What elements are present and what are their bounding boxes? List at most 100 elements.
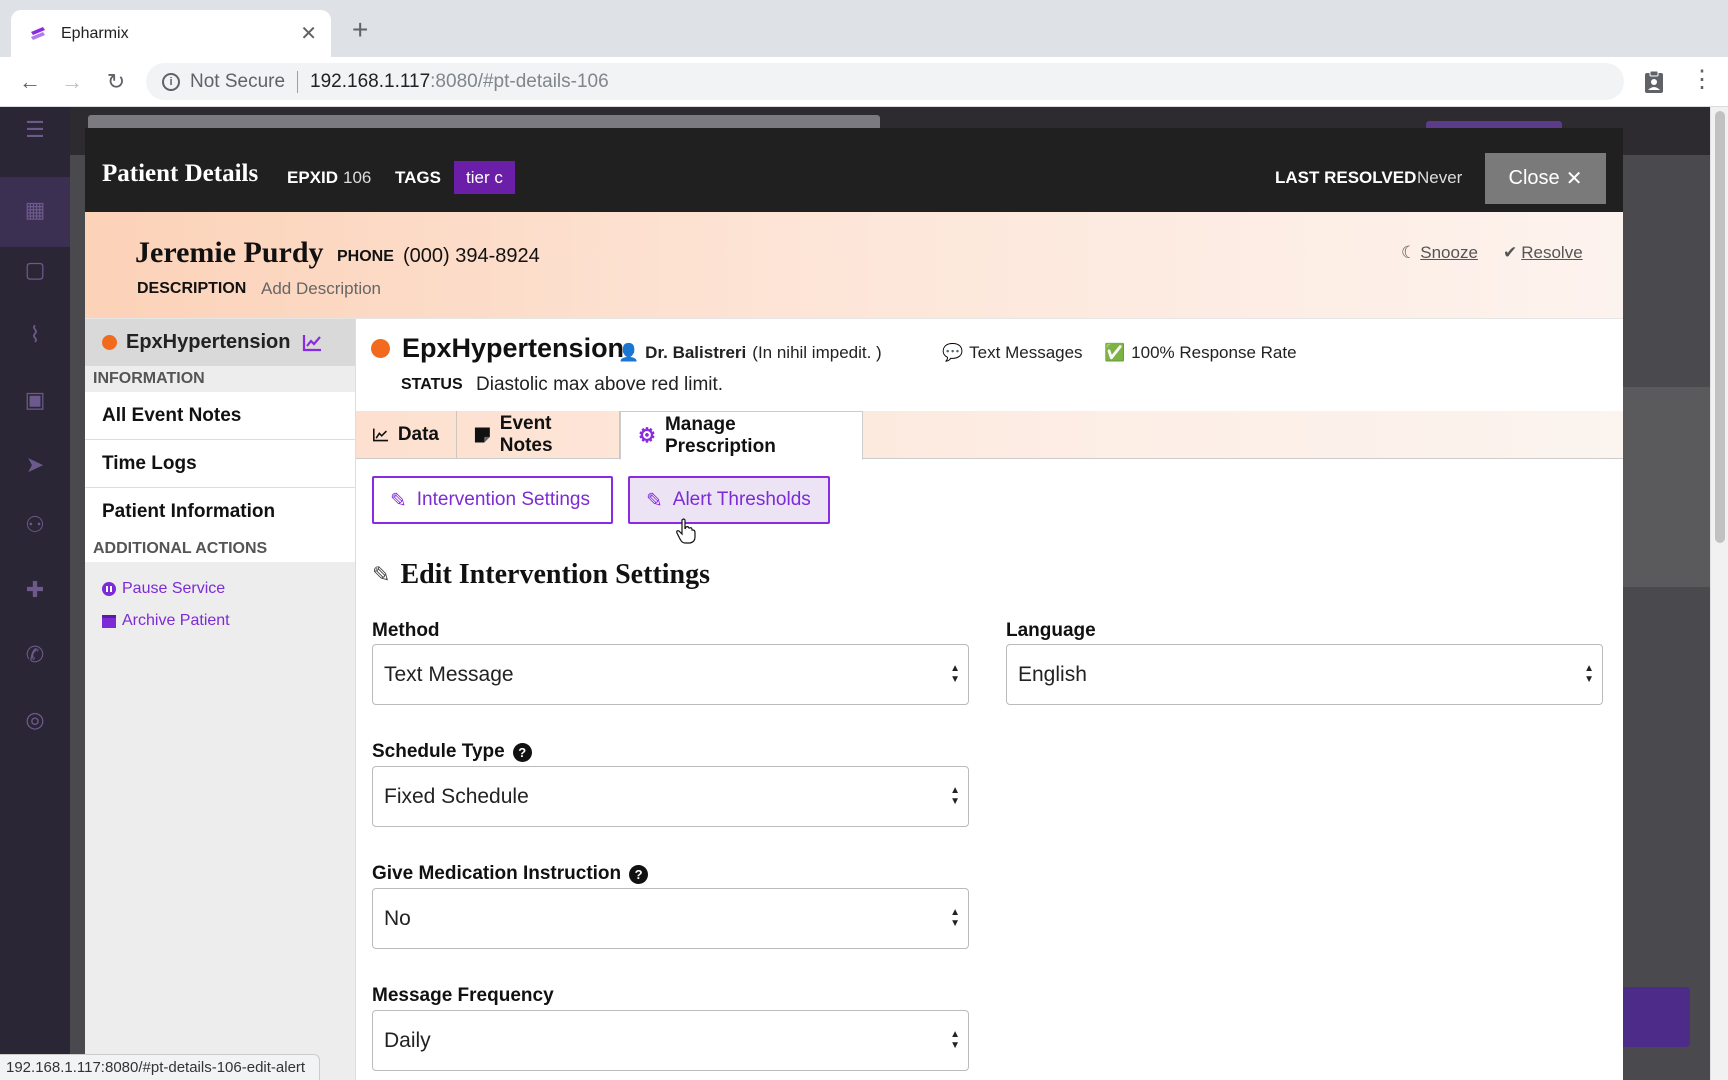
forward-icon[interactable]: →	[56, 66, 88, 98]
page-scrollbar[interactable]	[1710, 107, 1728, 1080]
pause-icon	[102, 582, 116, 596]
menu-item-all-event-notes[interactable]: All Event Notes	[85, 392, 355, 440]
back-icon[interactable]: ←	[14, 66, 46, 98]
tab-event-notes[interactable]: Event Notes	[457, 411, 620, 459]
patient-name: Jeremie Purdy	[135, 236, 324, 269]
intervention-settings-label: Intervention Settings	[416, 489, 590, 510]
medication-instruction-field-label: Give Medication Instruction ?	[372, 863, 649, 885]
resolve-button[interactable]: ✔ Resolve	[1503, 243, 1583, 263]
close-button[interactable]: Close ✕	[1485, 153, 1606, 204]
response-rate-label: 100% Response Rate	[1131, 343, 1297, 362]
select-arrows-icon: ▲ ▼	[950, 1029, 960, 1051]
doctor-icon: 👤	[618, 343, 640, 362]
form-title-text: Edit Intervention Settings	[400, 559, 711, 590]
menu-item-patient-information[interactable]: Patient Information	[85, 488, 355, 536]
method-select-value: Text Message	[384, 662, 514, 686]
doctor-name: Dr. Balistreri	[645, 343, 747, 362]
address-bar[interactable]: i Not Secure 192.168.1.117:8080/#pt-deta…	[146, 63, 1624, 100]
form-title: ✎ Edit Intervention Settings	[372, 559, 710, 591]
info-icon[interactable]: i	[162, 72, 180, 91]
clipboard-account-icon[interactable]	[1643, 70, 1665, 94]
program-name: EpxHypertension	[402, 333, 625, 363]
epharmix-logo-icon	[31, 26, 45, 40]
menu-item-time-logs[interactable]: Time Logs	[85, 440, 355, 488]
last-resolved-label: LAST RESOLVED	[1275, 168, 1417, 187]
close-tab-icon[interactable]: ✕	[300, 21, 317, 46]
left-menu: EpxHypertension INFORMATION All Event No…	[85, 319, 355, 1080]
edit-icon: ✎	[372, 562, 391, 587]
medkit-icon[interactable]: ✚	[20, 577, 50, 603]
program-panel: EpxHypertension 👤 Dr. Balistreri (In nih…	[355, 319, 1623, 1080]
schedule-type-select-value: Fixed Schedule	[384, 784, 529, 808]
archive-patient-link[interactable]: Archive Patient	[102, 612, 230, 630]
tags-label: TAGS	[395, 168, 441, 187]
program-item-epxhypertension[interactable]: EpxHypertension	[85, 319, 355, 366]
medication-instruction-select-value: No	[384, 906, 411, 930]
send-icon[interactable]: ➤	[20, 452, 50, 478]
message-frequency-select[interactable]: Daily ▲ ▼	[372, 1010, 969, 1071]
pause-service-link[interactable]: Pause Service	[102, 580, 225, 598]
language-select-value: English	[1018, 662, 1087, 686]
response-rate-info: ✅ 100% Response Rate	[1104, 343, 1297, 363]
snooze-button[interactable]: ☾ Snooze	[1401, 243, 1478, 263]
phone-icon[interactable]: ✆	[20, 642, 50, 668]
browser-status-bar: 192.168.1.117:8080/#pt-details-106-edit-…	[0, 1054, 321, 1080]
program-tabs: Data Event Notes ⚙ Manage Prescription	[356, 411, 1623, 460]
modal-header: Patient Details EPXID 106 TAGS tier c LA…	[85, 128, 1623, 212]
browser-tab-title: Epharmix	[61, 24, 129, 42]
doctor-note: (In nihil impedit. )	[752, 343, 882, 362]
tag-chip[interactable]: tier c	[454, 161, 515, 194]
alert-thresholds-button[interactable]: ✎ Alert Thresholds	[628, 476, 830, 524]
language-label: Language	[1006, 620, 1096, 641]
intervention-settings-button[interactable]: ✎ Intervention Settings	[372, 476, 613, 524]
scroll-thumb[interactable]	[1715, 111, 1725, 543]
select-arrows-icon: ▲ ▼	[950, 785, 960, 807]
browser-toolbar: ← → ↻ i Not Secure 192.168.1.117:8080/#p…	[0, 57, 1728, 107]
browser-tabbar: Epharmix ✕ +	[0, 0, 1728, 57]
edit-icon: ✎	[646, 489, 663, 512]
support-icon[interactable]: ◎	[20, 707, 50, 733]
description-field[interactable]: Add Description	[261, 279, 381, 299]
patient-details-modal: Patient Details EPXID 106 TAGS tier c LA…	[85, 128, 1623, 1080]
browser-menu-icon[interactable]: ⋮	[1690, 65, 1714, 94]
question-circle-icon[interactable]: ?	[629, 864, 649, 884]
hamburger-icon[interactable]: ☰	[20, 117, 50, 143]
status-text: Diastolic max above red limit.	[476, 374, 724, 395]
question-circle-icon[interactable]: ?	[512, 742, 532, 762]
program-status-dot	[371, 339, 390, 358]
information-section-label: INFORMATION	[85, 366, 355, 392]
calendar-icon[interactable]: ▢	[20, 257, 50, 283]
analytics-icon[interactable]: ⌇	[20, 322, 50, 348]
image-icon[interactable]: ▣	[20, 387, 50, 413]
alert-thresholds-label: Alert Thresholds	[672, 489, 811, 510]
language-select[interactable]: English ▲ ▼	[1006, 644, 1603, 705]
reload-icon[interactable]: ↻	[100, 66, 132, 98]
method-label: Method	[372, 620, 440, 641]
gear-icon: ⚙	[638, 425, 656, 447]
phone-label: PHONE	[337, 248, 394, 265]
archive-icon	[102, 614, 116, 628]
area-chart-icon	[373, 428, 389, 442]
medication-instruction-select[interactable]: No ▲ ▼	[372, 888, 969, 949]
snooze-label: Snooze	[1420, 243, 1478, 262]
select-arrows-icon: ▲ ▼	[950, 907, 960, 929]
tab-data[interactable]: Data	[356, 411, 457, 459]
new-tab-icon[interactable]: +	[352, 16, 368, 44]
method-select[interactable]: Text Message ▲ ▼	[372, 644, 969, 705]
close-button-label: Close	[1508, 167, 1560, 189]
moon-icon: ☾	[1401, 243, 1417, 262]
tab-manage-prescription[interactable]: ⚙ Manage Prescription	[620, 411, 863, 460]
channel-label: Text Messages	[969, 343, 1083, 362]
medication-instruction-label: Give Medication Instruction	[372, 863, 622, 884]
epxid-label: EPXID	[287, 168, 339, 187]
status-dot	[102, 335, 117, 350]
schedule-type-select[interactable]: Fixed Schedule ▲ ▼	[372, 766, 969, 827]
archive-patient-label: Archive Patient	[122, 612, 230, 629]
status-label: STATUS	[401, 376, 463, 393]
users-icon[interactable]: ⚇	[20, 512, 50, 538]
message-frequency-label: Message Frequency	[372, 985, 554, 1006]
additional-actions-label: ADDITIONAL ACTIONS	[85, 536, 355, 562]
browser-tab[interactable]: Epharmix ✕	[11, 10, 331, 57]
line-chart-icon[interactable]	[302, 334, 322, 352]
dashboard-icon[interactable]: ▦	[20, 197, 50, 223]
